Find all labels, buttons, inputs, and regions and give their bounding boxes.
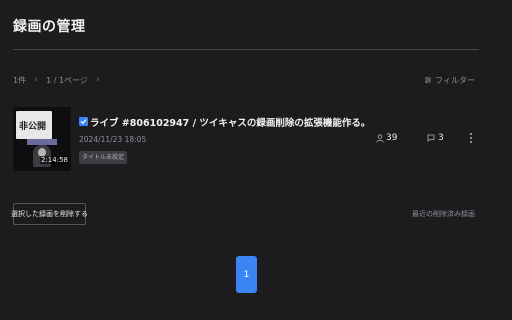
filter-icon xyxy=(424,76,432,84)
comment-count: 3 xyxy=(427,133,444,143)
page-title: 録画の管理 xyxy=(13,19,86,35)
viewer-count-value: 39 xyxy=(386,133,398,143)
viewer-count: 39 xyxy=(376,133,397,143)
filter-label: フィルター xyxy=(435,75,475,85)
thumbnail-card: 非公開 xyxy=(16,111,52,139)
top-pager: 1件 ‹ 1 / 1ページ › xyxy=(13,74,102,86)
status-badge: タイトル未設定 xyxy=(79,151,128,164)
title-divider xyxy=(13,49,479,50)
recording-datetime: 2024/11/23 18:05 xyxy=(79,135,147,144)
select-checkbox[interactable] xyxy=(79,117,88,126)
page-info: 1 / 1ページ xyxy=(46,75,88,85)
filter-button[interactable]: フィルター xyxy=(424,74,475,86)
thumbnail-text: 非公開 xyxy=(19,122,47,132)
recording-row: 非公開 2:14:58 ライブ #806102947 / ツイキャスの録画削除の… xyxy=(13,107,483,173)
duration-label: 2:14:58 xyxy=(40,156,69,164)
comment-count-value: 3 xyxy=(438,133,444,143)
person-icon xyxy=(376,133,384,143)
delete-selected-button[interactable]: 選択した録画を削除する xyxy=(11,203,88,225)
recently-deleted-link[interactable]: 最近の削除済み録画 xyxy=(412,209,475,219)
recording-title-link[interactable]: ライブ #806102947 / ツイキャスの録画削除の拡張機能作る。 xyxy=(90,115,370,129)
more-options-icon[interactable] xyxy=(467,131,475,145)
chevron-left-icon[interactable]: ‹ xyxy=(32,75,40,85)
recording-thumbnail[interactable]: 非公開 2:14:58 xyxy=(13,107,71,171)
comment-icon xyxy=(427,134,435,142)
checkmark-icon xyxy=(80,119,87,125)
result-count: 1件 xyxy=(13,75,27,85)
pagination-page-1[interactable]: 1 xyxy=(236,256,257,293)
chevron-right-icon[interactable]: › xyxy=(94,75,102,85)
